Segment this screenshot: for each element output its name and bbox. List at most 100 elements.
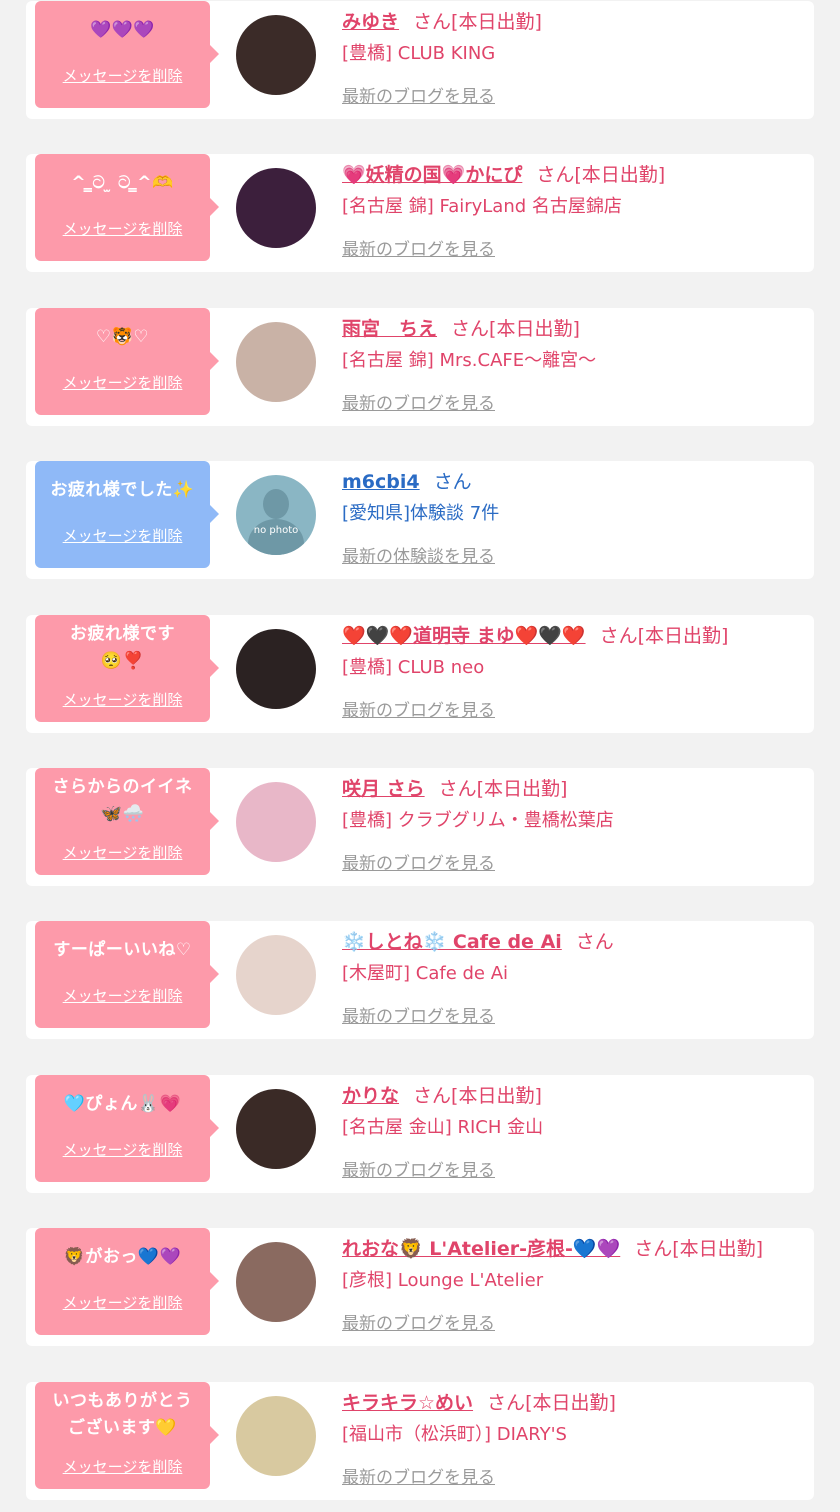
delete-message-link[interactable]: メッセージを削除 (35, 985, 210, 1006)
message-card: 🩵ぴょん🐰💗 メッセージを削除 かりな さん[本日出勤] [名古屋 金山] RICH 金… (26, 1075, 814, 1193)
profile-name-link[interactable]: ❄️しとね❄️ Cafe de Ai (342, 931, 562, 953)
profile-name-link[interactable]: 雨宮 ちえ (342, 318, 437, 340)
profile-info: 咲月 さら さん[本日出勤] [豊橋] クラブグリム・豊橋松葉店 最新のブログを見る (342, 768, 806, 874)
attendance-status: [本日出勤] (574, 164, 666, 186)
honorific-label: さん (413, 11, 452, 33)
delete-message-link[interactable]: メッセージを削除 (35, 372, 210, 393)
delete-message-link[interactable]: メッセージを削除 (35, 1139, 210, 1160)
honorific-label: さん (599, 625, 638, 647)
avatar[interactable] (236, 629, 316, 709)
no-photo-label: no photo (253, 525, 299, 536)
honorific-label: さん (413, 1085, 452, 1107)
avatar[interactable] (236, 1396, 316, 1476)
delete-message-link[interactable]: メッセージを削除 (35, 218, 210, 239)
avatar[interactable] (236, 1089, 316, 1169)
avatar[interactable] (236, 15, 316, 95)
message-card: さらからのイイネ 🦋🌨️ メッセージを削除 咲月 さら さん[本日出勤] [豊橋] クラ… (26, 768, 814, 886)
profile-name-link[interactable]: ❤️🖤❤️道明寺 まゆ❤️🖤❤️ (342, 625, 586, 647)
latest-post-link[interactable]: 最新のブログを見る (342, 235, 495, 260)
attendance-status: [本日出勤] (525, 1392, 616, 1414)
honorific-label: さん (451, 318, 490, 340)
profile-name-link[interactable]: キラキラ☆めい (342, 1392, 473, 1414)
honorific-label: さん (634, 1238, 673, 1260)
title-line: かりな さん[本日出勤] (342, 1081, 806, 1111)
shop-name: [豊橋] クラブグリム・豊橋松葉店 (342, 810, 614, 831)
title-line: 雨宮 ちえ さん[本日出勤] (342, 314, 806, 344)
message-card: いつもありがとう ございます💛 メッセージを削除 キラキラ☆めい さん[本日出勤] [福… (26, 1382, 814, 1500)
profile-info: ❄️しとね❄️ Cafe de Ai さん [木屋町] Cafe de Ai 最新のブ… (342, 921, 806, 1027)
message-list: 💜💜💜 メッセージを削除 みゆき さん[本日出勤] [豊橋] CLUB KING 最新のブ… (0, 0, 840, 1512)
profile-name-link[interactable]: れおな🦁 L'Atelier-彦根-💙💜 (342, 1238, 620, 1260)
message-bubble: お疲れ様でした✨ メッセージを削除 (35, 461, 219, 568)
message-card: お疲れ様でした✨ メッセージを削除 no photo m6cbi4 さん [愛知県]体験談… (26, 461, 814, 579)
profile-info: m6cbi4 さん [愛知県]体験談 7件 最新の体験談を見る (342, 461, 806, 567)
latest-post-link[interactable]: 最新のブログを見る (342, 696, 495, 721)
message-bubble: 💜💜💜 メッセージを削除 (35, 1, 219, 108)
shop-name: [名古屋 錦] FairyLand 名古屋錦店 (342, 196, 622, 217)
avatar-silhouette-head-icon (263, 489, 289, 519)
title-line: ❤️🖤❤️道明寺 まゆ❤️🖤❤️ さん[本日出勤] (342, 621, 806, 651)
message-text: ^ ̳ට ̫ ට ̳^🫶 (71, 173, 174, 193)
shop-name: [豊橋] CLUB KING (342, 43, 496, 64)
attendance-status: [本日出勤] (672, 1238, 764, 1260)
latest-post-link[interactable]: 最新の体験談を見る (342, 542, 495, 567)
title-line: みゆき さん[本日出勤] (342, 7, 806, 37)
delete-message-link[interactable]: メッセージを削除 (35, 525, 210, 546)
profile-info: 💗妖精の国💗かにぴ さん[本日出勤] [名古屋 錦] FairyLand 名古屋錦店… (342, 154, 806, 260)
profile-name-link[interactable]: みゆき (342, 11, 399, 33)
profile-name-link[interactable]: 💗妖精の国💗かにぴ (342, 164, 522, 186)
honorific-label: さん (487, 1392, 526, 1414)
delete-message-link[interactable]: メッセージを削除 (35, 65, 210, 86)
latest-post-link[interactable]: 最新のブログを見る (342, 82, 495, 107)
delete-message-link[interactable]: メッセージを削除 (35, 1456, 210, 1477)
message-card: ^ ̳ට ̫ ට ̳^🫶 メッセージを削除 💗妖精の国💗かにぴ さん[本日出勤] [名古… (26, 154, 814, 272)
message-bubble: お疲れ様です 🥺❣️ メッセージを削除 (35, 615, 219, 722)
avatar[interactable]: no photo (236, 475, 316, 555)
attendance-status: [本日出勤] (451, 11, 542, 33)
attendance-status: [本日出勤] (476, 778, 568, 800)
title-line: m6cbi4 さん (342, 467, 806, 497)
delete-message-link[interactable]: メッセージを削除 (35, 1292, 210, 1313)
message-text: お疲れ様です 🥺❣️ (70, 624, 175, 671)
honorific-label: さん (575, 931, 614, 953)
latest-post-link[interactable]: 最新のブログを見る (342, 849, 495, 874)
profile-name-link[interactable]: m6cbi4 (342, 471, 420, 493)
shop-name: [福山市（松浜町）] DIARY'S (342, 1424, 567, 1445)
shop-name: [名古屋 錦] Mrs.CAFE〜離宮〜 (342, 350, 597, 371)
profile-info: ❤️🖤❤️道明寺 まゆ❤️🖤❤️ さん[本日出勤] [豊橋] CLUB neo 最新の… (342, 615, 806, 721)
message-bubble: いつもありがとう ございます💛 メッセージを削除 (35, 1382, 219, 1489)
message-card: お疲れ様です 🥺❣️ メッセージを削除 ❤️🖤❤️道明寺 まゆ❤️🖤❤️ さん[本日出… (26, 615, 814, 733)
title-line: れおな🦁 L'Atelier-彦根-💙💜 さん[本日出勤] (342, 1234, 806, 1264)
attendance-status: [本日出勤] (637, 625, 729, 647)
profile-name-link[interactable]: 咲月 さら (342, 778, 425, 800)
delete-message-link[interactable]: メッセージを削除 (35, 842, 210, 863)
avatar[interactable] (236, 322, 316, 402)
message-bubble: ^ ̳ට ̫ ට ̳^🫶 メッセージを削除 (35, 154, 219, 261)
attendance-status: [本日出勤] (489, 318, 580, 340)
latest-post-link[interactable]: 最新のブログを見る (342, 389, 495, 414)
avatar[interactable] (236, 1242, 316, 1322)
title-line: ❄️しとね❄️ Cafe de Ai さん (342, 927, 806, 957)
message-text: お疲れ様でした✨ (50, 480, 195, 500)
profile-info: れおな🦁 L'Atelier-彦根-💙💜 さん[本日出勤] [彦根] Lounge … (342, 1228, 806, 1334)
avatar[interactable] (236, 168, 316, 248)
message-text: 🩵ぴょん🐰💗 (63, 1094, 182, 1114)
message-text: 🦁がおっ💙💜 (63, 1247, 182, 1267)
latest-post-link[interactable]: 最新のブログを見る (342, 1156, 495, 1181)
latest-post-link[interactable]: 最新のブログを見る (342, 1463, 495, 1488)
latest-post-link[interactable]: 最新のブログを見る (342, 1309, 495, 1334)
message-text: さらからのイイネ 🦋🌨️ (52, 777, 193, 824)
message-bubble: ♡🐯♡ メッセージを削除 (35, 308, 219, 415)
title-line: 💗妖精の国💗かにぴ さん[本日出勤] (342, 160, 806, 190)
message-bubble: さらからのイイネ 🦋🌨️ メッセージを削除 (35, 768, 219, 875)
avatar[interactable] (236, 935, 316, 1015)
profile-info: キラキラ☆めい さん[本日出勤] [福山市（松浜町）] DIARY'S 最新のブログを… (342, 1382, 806, 1488)
delete-message-link[interactable]: メッセージを削除 (35, 689, 210, 710)
profile-name-link[interactable]: かりな (342, 1085, 399, 1107)
latest-post-link[interactable]: 最新のブログを見る (342, 1002, 495, 1027)
honorific-label: さん (433, 471, 472, 493)
avatar[interactable] (236, 782, 316, 862)
message-text: 💜💜💜 (89, 20, 155, 40)
message-text: すーぱーいいね♡ (53, 940, 192, 960)
message-card: 💜💜💜 メッセージを削除 みゆき さん[本日出勤] [豊橋] CLUB KING 最新のブ… (26, 1, 814, 119)
